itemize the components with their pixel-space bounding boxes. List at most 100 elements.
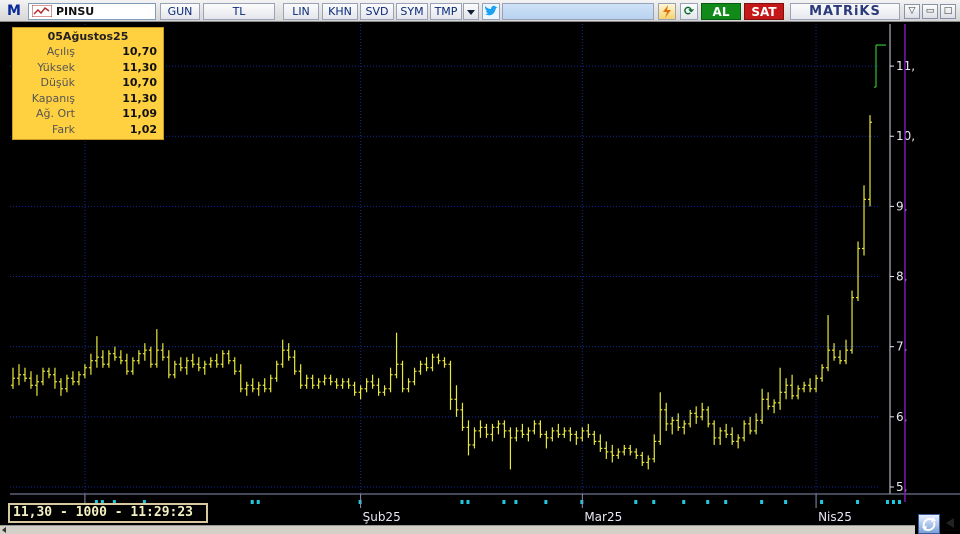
- ohlc-bar: [832, 343, 837, 361]
- ohlc-bar: [742, 420, 747, 442]
- brand-label: MATRiKS: [790, 3, 900, 20]
- ohlc-bar: [232, 357, 237, 375]
- info-value: 11,09: [122, 107, 157, 120]
- info-value: 10,70: [122, 76, 157, 89]
- ohlc-bar: [154, 329, 159, 368]
- ohlc-bar: [316, 378, 321, 389]
- ohlc-bar: [838, 350, 843, 365]
- currency-button[interactable]: TL: [203, 3, 275, 20]
- ohlc-bar: [214, 353, 219, 368]
- ohlc-bar: [718, 427, 723, 445]
- bolt-icon[interactable]: [658, 3, 676, 20]
- info-date: 05Ağustos25: [47, 30, 129, 43]
- info-value: 11,30: [122, 60, 157, 74]
- dropdown-arrow-icon[interactable]: [463, 3, 479, 20]
- ohlc-bar: [820, 364, 825, 382]
- ohlc-bar: [100, 350, 105, 368]
- ohlc-bar: [640, 451, 645, 466]
- y-tick-label: 9,: [896, 199, 907, 213]
- ohlc-bar: [172, 360, 177, 379]
- panel-collapse-icon[interactable]: [946, 518, 954, 528]
- volume-tick: [784, 500, 788, 504]
- ohlc-bar: [478, 420, 483, 438]
- tmp-button[interactable]: TMP: [430, 3, 462, 20]
- ohlc-bar: [784, 378, 789, 400]
- volume-tick: [891, 500, 895, 504]
- ohlc-bar: [442, 357, 447, 368]
- ohlc-bar: [304, 374, 309, 389]
- ohlc-bar: [424, 357, 429, 372]
- symbol-text: PINSU: [56, 5, 95, 18]
- volume-tick: [256, 500, 260, 504]
- twitter-icon[interactable]: [482, 3, 500, 20]
- ohlc-bar: [76, 371, 81, 386]
- minimize-icon[interactable]: ▭: [922, 4, 938, 19]
- ohlc-bar: [586, 423, 591, 438]
- ohlc-bar: [490, 423, 495, 442]
- ohlc-bar: [634, 448, 639, 459]
- volume-tick: [682, 500, 686, 504]
- ohlc-bar: [592, 430, 597, 445]
- matriks-logo-icon[interactable]: M: [7, 3, 25, 20]
- ohlc-bar: [868, 115, 873, 207]
- svd-button[interactable]: SVD: [360, 3, 394, 20]
- x-tick-label: Şub25: [363, 510, 401, 524]
- ohlc-bar: [136, 350, 141, 365]
- lin-button[interactable]: LIN: [283, 3, 319, 20]
- price-readout: 11,30 - 1000 - 11:29:23: [8, 503, 208, 523]
- volume-tick: [856, 500, 860, 504]
- ohlc-bar: [604, 441, 609, 459]
- ohlc-bar: [694, 406, 699, 424]
- khn-button[interactable]: KHN: [322, 3, 358, 20]
- window-menu-icon[interactable]: ▽: [904, 4, 920, 19]
- info-value: 10,70: [122, 45, 157, 58]
- info-row: Açılış 10,70: [13, 44, 163, 60]
- ohlc-bar: [796, 385, 801, 400]
- scroll-left-icon[interactable]: [2, 527, 6, 533]
- refresh-icon[interactable]: ⟳: [680, 3, 698, 20]
- ohlc-bar: [274, 360, 279, 382]
- ohlc-bar: [454, 385, 459, 417]
- ohlc-bar: [22, 367, 27, 382]
- ohlc-bar: [46, 367, 51, 379]
- ohlc-bar: [382, 385, 387, 396]
- info-row: Düşük 10,70: [13, 75, 163, 91]
- ohlc-bar: [682, 420, 687, 435]
- ohlc-bar: [484, 423, 489, 438]
- volume-tick: [724, 500, 728, 504]
- ohlc-bar: [778, 367, 783, 410]
- ohlc-bar: [322, 374, 327, 386]
- ohlc-bar: [496, 420, 501, 435]
- ohlc-bar: [370, 374, 375, 389]
- horizontal-scrollbar[interactable]: [0, 525, 915, 534]
- x-tick-label: Nis25: [818, 510, 852, 524]
- ohlc-bar: [766, 392, 771, 410]
- auto-refresh-icon[interactable]: [918, 514, 940, 534]
- close-icon[interactable]: □: [940, 4, 956, 19]
- ohlc-bar: [400, 360, 405, 393]
- ohlc-bar: [736, 434, 741, 449]
- y-tick-label: 5,: [896, 480, 907, 494]
- ohlc-bar: [436, 353, 441, 365]
- ohlc-bar: [772, 399, 777, 414]
- ohlc-bar: [220, 350, 225, 368]
- ohlc-bar: [106, 350, 111, 368]
- ohlc-bar: [358, 385, 363, 400]
- buy-button[interactable]: AL: [701, 3, 741, 20]
- ohlc-bar: [610, 444, 615, 463]
- volume-tick: [514, 500, 518, 504]
- ohlc-bar: [790, 374, 795, 400]
- info-label: Yüksek: [37, 60, 75, 74]
- ohlc-bar: [544, 430, 549, 449]
- period-button[interactable]: GUN: [160, 3, 200, 20]
- ohlc-bar: [148, 346, 153, 368]
- ohlc-bar: [850, 290, 855, 354]
- ohlc-bar: [550, 427, 555, 442]
- sell-button[interactable]: SAT: [744, 3, 784, 20]
- ohlc-bar: [262, 378, 267, 393]
- toolbar-spacer: [502, 3, 654, 20]
- sym-button[interactable]: SYM: [396, 3, 428, 20]
- ohlc-bar: [298, 364, 303, 389]
- ohlc-bar: [166, 350, 171, 379]
- ohlc-bar: [58, 378, 63, 396]
